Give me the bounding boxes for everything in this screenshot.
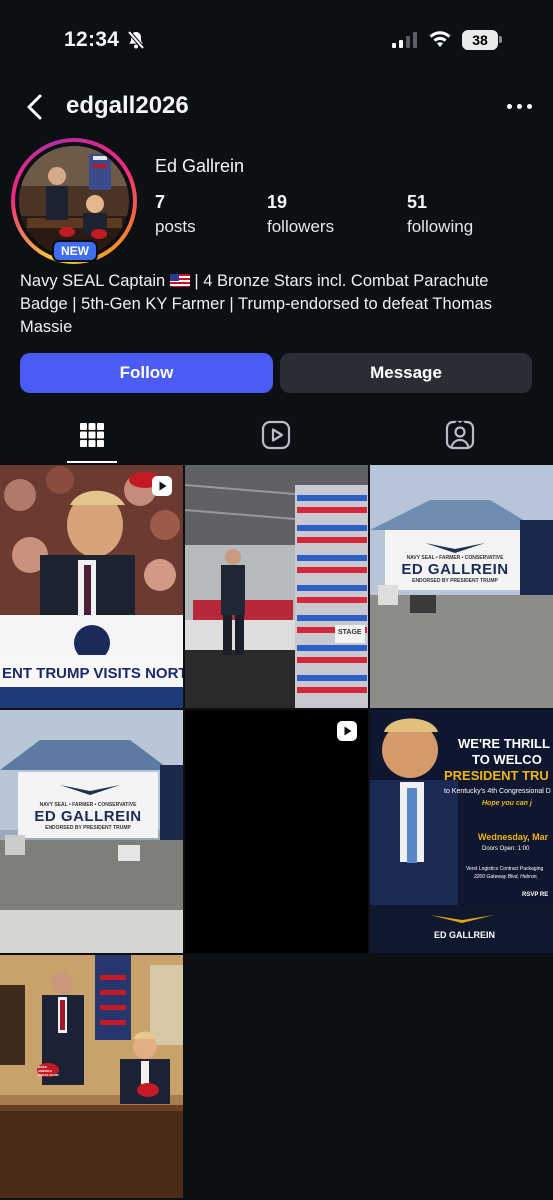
battery-tip <box>499 36 502 43</box>
profile-tabs <box>0 410 553 464</box>
profile-header: edgall2026 <box>0 84 553 130</box>
banner-endorsement: ENDORSED BY PRESIDENT TRUMP <box>45 825 131 831</box>
status-bar: 12:34 38 <box>0 0 553 84</box>
us-flag-icon <box>169 274 190 287</box>
post-tile[interactable]: WE'RE THRILL TO WELCO PRESIDENT TRU to K… <box>370 710 553 953</box>
post-tile[interactable]: MAKE AMERICA GREAT AGAIN <box>0 955 183 1198</box>
stage-sign-text: STAGE <box>338 629 362 636</box>
wifi-icon <box>428 29 452 54</box>
flyer-doors: Doors Open: 1:00 <box>482 846 530 852</box>
status-time: 12:34 <box>64 28 120 51</box>
follow-button[interactable]: Follow <box>20 353 273 393</box>
new-story-badge: NEW <box>52 240 98 262</box>
followers-label: followers <box>267 217 335 236</box>
posts-stat[interactable]: 7 posts <box>155 192 196 237</box>
tab-posts-grid[interactable] <box>0 410 184 464</box>
post-tile[interactable]: NAVY SEAL • FARMER • CONSERVATIVE ED GAL… <box>370 465 553 708</box>
bell-muted-icon <box>126 30 146 55</box>
flyer-venue-1: Verst Logistics Contract Packaging <box>466 866 544 872</box>
following-stat[interactable]: 51 following <box>407 192 473 237</box>
banner-name: ED GALLREIN <box>401 561 509 578</box>
post-tile[interactable]: ENT TRUMP VISITS NORTHE <box>0 465 183 708</box>
empty-grid-area <box>185 955 553 1198</box>
following-label: following <box>407 217 474 236</box>
bio-text-start: Navy SEAL Captain <box>20 272 170 290</box>
flyer-date: Wednesday, Mar <box>478 832 549 842</box>
reel-icon <box>336 720 358 742</box>
hat-text: MAKE AMERICA GREAT AGAIN <box>38 1065 59 1077</box>
post-tile[interactable]: NAVY SEAL • FARMER • CONSERVATIVE ED GAL… <box>0 710 183 953</box>
posts-label: posts <box>155 217 196 236</box>
tab-tagged[interactable] <box>368 410 552 464</box>
profile-username: edgall2026 <box>66 92 189 119</box>
display-name: Ed Gallrein <box>155 156 245 176</box>
followers-stat[interactable]: 19 followers <box>267 192 334 237</box>
flyer-hope: Hope you can j <box>482 800 532 807</box>
reels-play-icon <box>261 420 291 455</box>
flyer-rsvp: RSVP RE <box>522 892 549 898</box>
post-tile[interactable] <box>185 710 368 953</box>
grid-icon <box>79 422 105 453</box>
followers-count: 19 <box>267 192 288 212</box>
flyer-logo-name: ED GALLREIN <box>434 930 496 940</box>
campaign-banner: NAVY SEAL • FARMER • CONSERVATIVE ED GAL… <box>392 555 518 584</box>
back-arrow-icon[interactable] <box>22 92 50 122</box>
message-button[interactable]: Message <box>280 353 532 393</box>
banner-endorsement: ENDORSED BY PRESIDENT TRUMP <box>412 578 498 584</box>
post-tile[interactable]: STAGE <box>185 465 368 708</box>
banner-name: ED GALLREIN <box>34 808 142 825</box>
tagged-person-icon <box>445 420 475 455</box>
flyer-headline-2: TO WELCO <box>472 752 542 767</box>
following-count: 51 <box>407 192 428 212</box>
cellular-signal-icon <box>392 32 417 48</box>
active-tab-indicator <box>67 461 117 463</box>
flyer-venue-2: 2200 Gateway Blvd, Hebron, <box>474 874 538 880</box>
flyer-subline: to Kentucky's 4th Congressional D <box>444 788 551 795</box>
post-caption-text: ENT TRUMP VISITS NORTHE <box>2 665 183 682</box>
profile-bio: Navy SEAL Captain | 4 Bronze Stars incl.… <box>20 270 540 339</box>
flyer-headline-1: WE'RE THRILL <box>458 736 550 751</box>
flyer-headline-3: PRESIDENT TRU <box>444 768 549 783</box>
campaign-banner: NAVY SEAL • FARMER • CONSERVATIVE ED GAL… <box>24 802 152 831</box>
battery-indicator: 38 <box>462 30 498 50</box>
reel-icon <box>151 475 173 497</box>
more-options-icon[interactable] <box>504 96 534 116</box>
tab-reels[interactable] <box>184 410 368 464</box>
posts-count: 7 <box>155 192 166 212</box>
